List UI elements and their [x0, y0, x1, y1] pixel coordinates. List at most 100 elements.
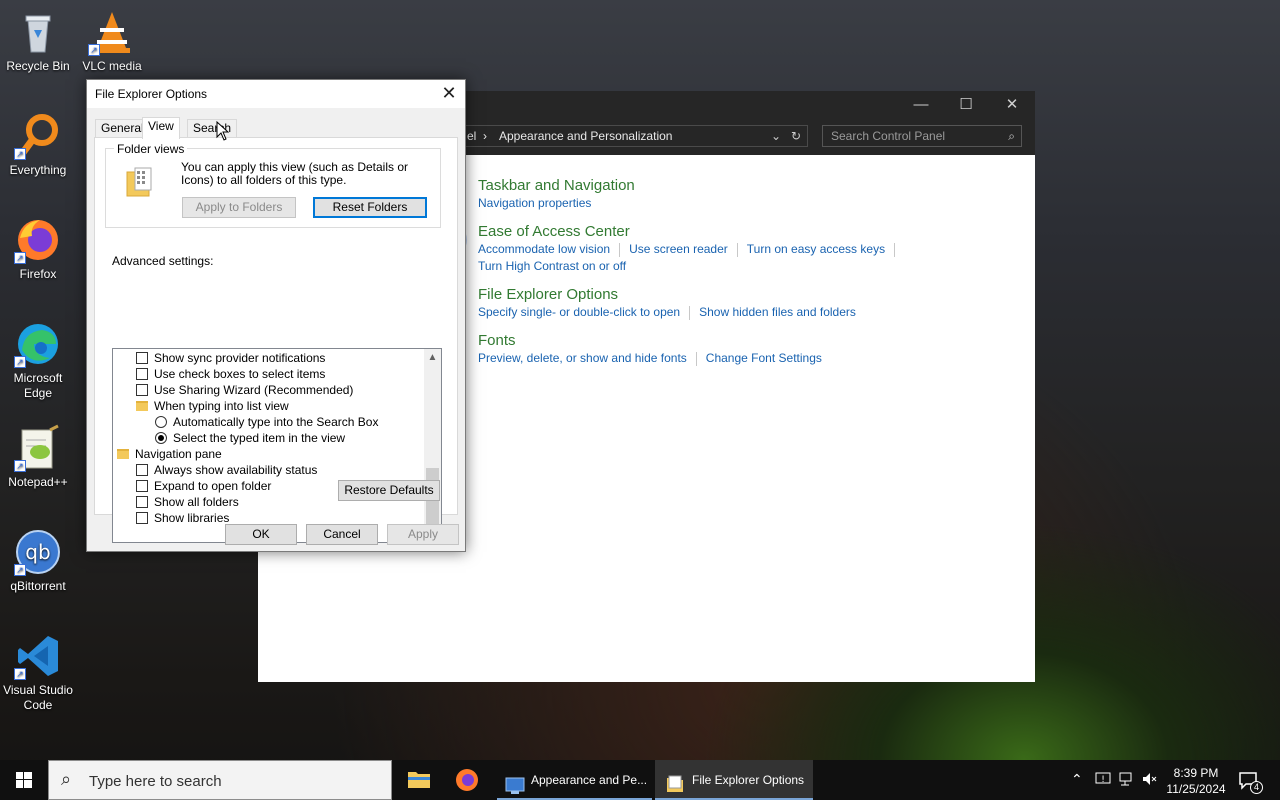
taskbar-search-placeholder: Type here to search: [89, 773, 222, 790]
folder-views-label: Folder views: [114, 142, 188, 156]
category-link[interactable]: Preview, delete, or show and hide fonts: [478, 351, 687, 365]
network-icon[interactable]: [1118, 770, 1136, 800]
firefox-taskbar-icon[interactable]: [448, 760, 486, 800]
folder-icon: [117, 449, 129, 459]
tab-view[interactable]: View: [142, 117, 180, 139]
desktop-icon-label: qBittorrent: [10, 579, 66, 593]
category-link[interactable]: Turn on easy access keys: [747, 242, 885, 256]
radio-button-selected[interactable]: [155, 432, 167, 444]
desktop-icon-label: Recycle Bin: [6, 59, 70, 73]
taskbar: ⌕ Type here to search Appearance and Pe.…: [0, 760, 1280, 800]
clock-date: 11/25/2024: [1166, 782, 1226, 796]
system-clock[interactable]: 8:39 PM 11/25/2024: [1160, 765, 1232, 797]
breadcrumb-current[interactable]: Appearance and Personalization: [499, 126, 672, 146]
setting-label: When typing into list view: [154, 399, 289, 413]
checkbox[interactable]: [136, 352, 148, 364]
category-ease-of-access: Ease of Access Center Accommodate low vi…: [435, 223, 904, 275]
firefox-icon: ↗: [14, 216, 62, 264]
mouse-cursor-icon: [216, 120, 230, 144]
svg-text:qb: qb: [25, 540, 50, 564]
scroll-up-arrow-icon[interactable]: ▲: [424, 349, 441, 366]
checkbox[interactable]: [136, 464, 148, 476]
close-icon[interactable]: ✕: [439, 83, 459, 103]
file-explorer-taskbar-icon[interactable]: [400, 760, 438, 800]
radio-button[interactable]: [155, 416, 167, 428]
setting-label: Show all folders: [154, 495, 239, 509]
category-title[interactable]: Taskbar and Navigation: [478, 177, 635, 195]
ok-button[interactable]: OK: [225, 524, 297, 545]
taskbar-app-label: Appearance and Pe...: [531, 773, 648, 787]
category-link[interactable]: Accommodate low vision: [478, 242, 610, 256]
everything-icon: ↗: [14, 112, 62, 160]
show-hidden-icons-chevron-icon[interactable]: ⌃: [1071, 771, 1083, 800]
taskbar-app-label: File Explorer Options: [692, 773, 805, 787]
volume-muted-icon[interactable]: [1141, 770, 1159, 800]
desktop-icon-everything[interactable]: ↗ Everything: [0, 112, 76, 178]
apply-to-folders-button[interactable]: Apply to Folders: [182, 197, 296, 218]
folder-views-description: You can apply this view (such as Details…: [181, 160, 409, 187]
apply-button[interactable]: Apply: [387, 524, 459, 545]
checkbox[interactable]: [136, 368, 148, 380]
list-scrollbar[interactable]: ▲ ▼: [424, 349, 441, 542]
setting-label: Use check boxes to select items: [154, 367, 326, 381]
control-panel-search-input[interactable]: Search Control Panel ⌕: [822, 125, 1022, 147]
breadcrumb-arrow-icon[interactable]: ›: [483, 126, 487, 146]
search-icon: ⌕: [1008, 129, 1015, 143]
file-explorer-options-dialog: File Explorer Options ✕ General View Sea…: [86, 79, 466, 552]
vscode-icon: ↗: [14, 632, 62, 680]
taskbar-search-input[interactable]: ⌕ Type here to search: [48, 760, 392, 800]
search-icon: ⌕: [61, 769, 72, 789]
category-taskbar-navigation: Taskbar and Navigation Navigation proper…: [435, 177, 635, 212]
refresh-icon[interactable]: ↻: [791, 126, 801, 146]
desktop-icon-notepadpp[interactable]: ↗ Notepad++: [0, 424, 76, 490]
dropdown-chevron-icon[interactable]: ⌄: [771, 126, 781, 146]
advanced-settings-list[interactable]: Show sync provider notifications Use che…: [112, 348, 442, 543]
category-link[interactable]: Use screen reader: [629, 242, 728, 256]
link-separator: [695, 351, 697, 366]
reset-folders-button[interactable]: Reset Folders: [313, 197, 427, 218]
taskbar-app-control-panel[interactable]: Appearance and Pe...: [497, 760, 652, 800]
advanced-settings-label: Advanced settings:: [112, 254, 214, 268]
desktop-icon-edge[interactable]: ↗ Microsoft Edge: [0, 320, 76, 401]
svg-text:!: !: [1101, 775, 1105, 785]
desktop-icon-vscode[interactable]: ↗ Visual Studio Code: [0, 632, 76, 713]
category-link[interactable]: Turn High Contrast on or off: [478, 259, 626, 273]
shortcut-arrow-icon: ↗: [14, 460, 26, 472]
category-title[interactable]: Ease of Access Center: [478, 223, 904, 241]
notification-count-badge: 4: [1250, 781, 1263, 794]
shortcut-arrow-icon: ↗: [14, 564, 26, 576]
taskbar-app-file-explorer-options[interactable]: File Explorer Options: [655, 760, 813, 800]
vlc-icon: ↗: [88, 8, 136, 56]
desktop-icon-label: Firefox: [19, 267, 57, 281]
setting-label: Navigation pane: [135, 447, 222, 461]
checkbox[interactable]: [136, 384, 148, 396]
start-button[interactable]: [0, 760, 48, 800]
link-separator: [736, 242, 738, 257]
desktop-icon-label: Microsoft Edge: [13, 371, 63, 400]
category-link[interactable]: Navigation properties: [478, 196, 591, 210]
checkbox[interactable]: [136, 512, 148, 524]
category-link[interactable]: Specify single- or double-click to open: [478, 305, 680, 319]
category-title[interactable]: Fonts: [478, 332, 822, 350]
maximize-button[interactable]: ☐: [943, 95, 989, 115]
dialog-titlebar[interactable]: File Explorer Options ✕: [87, 80, 465, 108]
minimize-button[interactable]: —: [898, 95, 944, 115]
setting-label: Show sync provider notifications: [154, 351, 326, 365]
restore-defaults-button[interactable]: Restore Defaults: [338, 480, 440, 501]
category-link[interactable]: Show hidden files and folders: [699, 305, 856, 319]
checkbox[interactable]: [136, 480, 148, 492]
shortcut-arrow-icon: ↗: [14, 356, 26, 368]
breadcrumb-prev[interactable]: el: [467, 126, 476, 146]
cancel-button[interactable]: Cancel: [306, 524, 378, 545]
close-button[interactable]: ✕: [989, 95, 1035, 115]
desktop-icon-recycle-bin[interactable]: Recycle Bin: [0, 8, 76, 74]
desktop-icon-firefox[interactable]: ↗ Firefox: [0, 216, 76, 282]
desktop-icon-vlc[interactable]: ↗ VLC media: [74, 8, 150, 74]
network-warning-icon[interactable]: !: [1094, 770, 1112, 800]
category-title[interactable]: File Explorer Options: [478, 286, 856, 304]
checkbox[interactable]: [136, 496, 148, 508]
category-link[interactable]: Change Font Settings: [706, 351, 822, 365]
desktop-icon-qbittorrent[interactable]: qb ↗ qBittorrent: [0, 528, 76, 594]
folder-icon: [136, 401, 148, 411]
address-bar[interactable]: el › Appearance and Personalization ⌄ ↻: [458, 125, 808, 147]
